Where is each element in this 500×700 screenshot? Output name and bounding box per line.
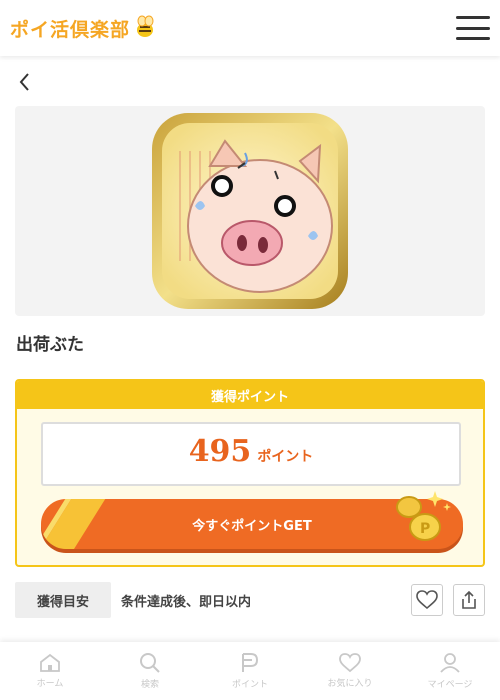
back-button[interactable] bbox=[14, 70, 38, 94]
logo[interactable]: ポイ活倶楽部 bbox=[10, 15, 158, 42]
points-card: 獲得ポイント 495 ポイント 今すぐポイントGET P bbox=[15, 379, 485, 567]
tab-label: マイページ bbox=[427, 680, 473, 690]
pig-app-icon bbox=[152, 113, 348, 309]
tab-label: お気に入り bbox=[327, 679, 373, 689]
chevron-left-icon bbox=[19, 73, 29, 91]
logo-text: ポイ活倶楽部 bbox=[10, 18, 131, 41]
share-icon bbox=[462, 590, 476, 609]
favorite-button[interactable] bbox=[411, 584, 443, 616]
app-header: ポイ活倶楽部 bbox=[0, 0, 500, 56]
guide-tag: 獲得目安 bbox=[15, 582, 111, 618]
search-icon bbox=[140, 653, 160, 673]
tab-label: ホーム bbox=[36, 679, 64, 689]
tab-home[interactable]: ホーム bbox=[0, 642, 100, 700]
points-header: 獲得ポイント bbox=[17, 381, 483, 409]
points-unit: ポイント bbox=[257, 449, 314, 465]
get-points-label: 今すぐポイントGET bbox=[192, 518, 312, 534]
app-title: 出荷ぶた bbox=[16, 335, 84, 355]
point-icon bbox=[242, 653, 259, 672]
hamburger-icon bbox=[456, 16, 490, 19]
tab-search[interactable]: 検索 bbox=[100, 642, 200, 700]
points-display: 495 ポイント bbox=[41, 422, 461, 486]
tab-label: 検索 bbox=[140, 680, 159, 690]
person-icon bbox=[440, 653, 460, 673]
bee-icon bbox=[137, 15, 154, 37]
guide-text: 条件達成後、即日以内 bbox=[121, 595, 252, 610]
tab-label: ポイント bbox=[231, 680, 268, 690]
tab-points[interactable]: ポイント bbox=[200, 642, 300, 700]
share-button[interactable] bbox=[453, 584, 485, 616]
app-image-area bbox=[15, 106, 485, 316]
tab-mypage[interactable]: マイページ bbox=[400, 642, 500, 700]
tab-favorites[interactable]: お気に入り bbox=[300, 642, 400, 700]
heart-icon bbox=[339, 653, 361, 673]
points-value: 495 bbox=[188, 434, 252, 469]
coins-icon: P bbox=[396, 491, 451, 541]
heart-icon bbox=[416, 590, 438, 610]
svg-text:P: P bbox=[420, 521, 430, 537]
menu-button[interactable] bbox=[456, 14, 490, 42]
bottom-tab-bar: ホーム 検索 ポイント お気に入り マイページ bbox=[0, 642, 500, 700]
home-icon bbox=[40, 653, 60, 672]
